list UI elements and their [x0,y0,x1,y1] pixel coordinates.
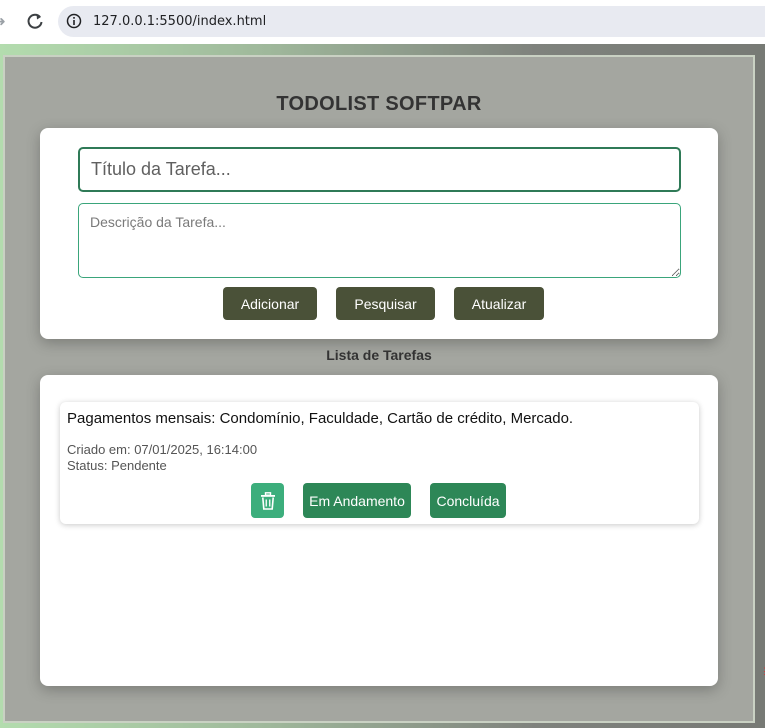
info-icon[interactable] [66,13,82,29]
complete-task-button[interactable]: Concluída [430,483,506,518]
page-title: TODOLIST SOFTPAR [276,93,482,115]
browser-toolbar: ➜ 127.0.0.1:5500/index.html [0,0,765,44]
resize-edge-marker: ⋮ [760,666,765,676]
task-list-heading: Lista de Tarefas [326,347,432,363]
task-description-input[interactable] [78,203,681,278]
task-title: Pagamentos mensais: Condomínio, Faculdad… [67,410,574,427]
update-button[interactable]: Atualizar [454,287,544,320]
add-button[interactable]: Adicionar [223,287,317,320]
trash-icon [260,491,275,510]
task-title-input[interactable] [78,147,681,192]
task-created-date: Criado em: 07/01/2025, 16:14:00 [67,442,258,457]
task-status: Status: Pendente [67,458,167,473]
forward-icon[interactable]: ➜ [0,12,8,30]
in-progress-button[interactable]: Em Andamento [303,483,411,518]
reload-icon[interactable] [24,10,46,32]
delete-task-button[interactable] [251,483,284,518]
url-text[interactable]: 127.0.0.1:5500/index.html [93,12,266,32]
search-button[interactable]: Pesquisar [336,287,435,320]
